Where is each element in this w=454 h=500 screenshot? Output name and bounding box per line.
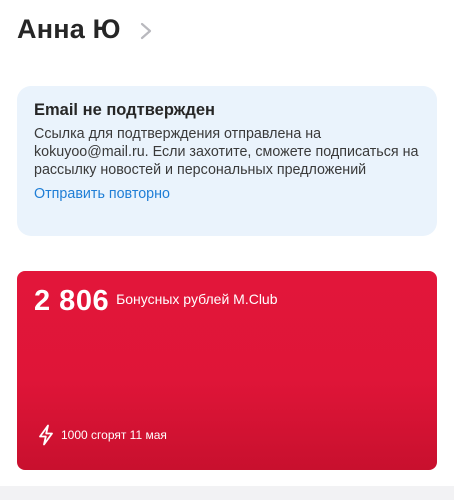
bonus-amount: 2 806 [34,285,110,317]
resend-email-link[interactable]: Отправить повторно [34,186,170,202]
bonus-amount-row: 2 806 Бонусных рублей M.Club [34,284,278,318]
profile-header[interactable]: Анна Ю [17,14,153,45]
bonus-expiry: 1000 сгорят 11 мая [37,424,167,446]
profile-name: Анна Ю [17,14,121,44]
email-unverified-notice: Email не подтвержден Ссылка для подтверж… [17,86,437,236]
email-notice-title: Email не подтвержден [34,101,215,119]
lightning-bolt-icon [39,424,53,446]
bonus-label: Бонусных рублей M.Club [116,291,278,307]
chevron-right-icon [140,22,151,39]
bonus-card[interactable]: 2 806 Бонусных рублей M.Club 1000 сгорят… [17,271,437,470]
profile-page: Анна Ю Email не подтвержден Ссылка для п… [0,0,454,500]
bonus-expiry-text: 1000 сгорят 11 мая [61,428,167,442]
bottom-divider [0,486,454,500]
email-notice-message: Ссылка для подтверждения отправлена на k… [34,126,419,178]
